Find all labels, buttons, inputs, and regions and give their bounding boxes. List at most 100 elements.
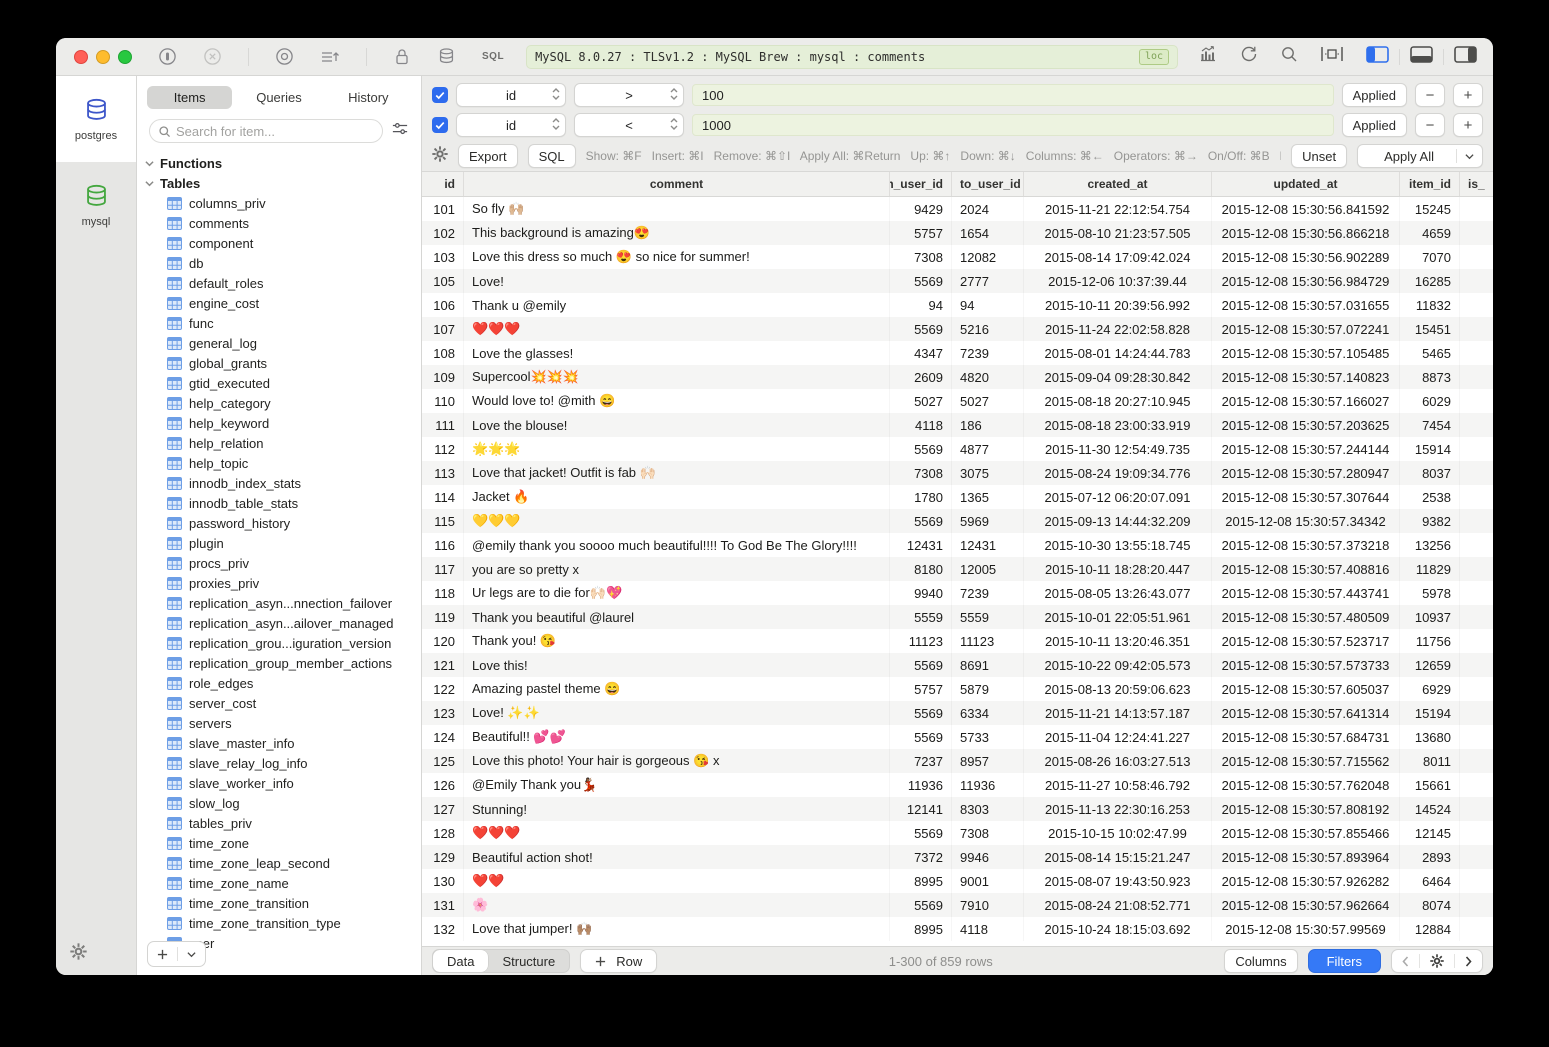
connection-mysql[interactable]: mysql (56, 162, 136, 248)
cell-from_user_id[interactable]: 8995 (890, 869, 952, 893)
add-item-chevron-icon[interactable] (178, 951, 205, 958)
cell-to_user_id[interactable]: 7239 (952, 581, 1024, 605)
cell-id[interactable]: 106 (422, 293, 464, 317)
toggle-left-panel-icon[interactable] (1366, 46, 1389, 68)
cell-is_[interactable] (1460, 557, 1493, 581)
sidebar-table-replication_group_member_actions[interactable]: replication_group_member_actions (137, 653, 421, 673)
cell-created_at[interactable]: 2015-08-26 16:03:27.513 (1024, 749, 1212, 773)
cell-to_user_id[interactable]: 186 (952, 413, 1024, 437)
cell-from_user_id[interactable]: 5757 (890, 221, 952, 245)
column-header-comment[interactable]: comment (464, 172, 890, 196)
cell-comment[interactable]: Jacket 🔥 (464, 485, 890, 509)
table-row[interactable]: 111Love the blouse!41181862015-08-18 23:… (422, 413, 1493, 437)
add-filter-button[interactable]: + (1453, 113, 1483, 137)
cell-created_at[interactable]: 2015-12-06 10:37:39.44 (1024, 269, 1212, 293)
cell-comment[interactable]: @Emily Thank you💃🏾 (464, 773, 890, 797)
cell-to_user_id[interactable]: 2024 (952, 197, 1024, 221)
sidebar-table-component[interactable]: component (137, 233, 421, 253)
commit-log-icon[interactable] (320, 48, 340, 66)
cell-from_user_id[interactable]: 5559 (890, 605, 952, 629)
cell-item_id[interactable]: 8873 (1400, 365, 1460, 389)
sidebar-table-replication_asyn-ailover_managed[interactable]: replication_asyn...ailover_managed (137, 613, 421, 633)
cell-is_[interactable] (1460, 485, 1493, 509)
sidebar-table-time_zone_transition[interactable]: time_zone_transition (137, 893, 421, 913)
cell-updated_at[interactable]: 2015-12-08 15:30:57.762048 (1212, 773, 1400, 797)
disconnect-icon[interactable] (203, 47, 222, 66)
export-button[interactable]: Export (458, 144, 518, 168)
cell-item_id[interactable]: 13256 (1400, 533, 1460, 557)
cell-id[interactable]: 120 (422, 629, 464, 653)
cell-is_[interactable] (1460, 581, 1493, 605)
column-header-to_user_id[interactable]: to_user_id (952, 172, 1024, 196)
sidebar-table-func[interactable]: func (137, 313, 421, 333)
cell-from_user_id[interactable]: 5569 (890, 317, 952, 341)
cell-comment[interactable]: you are so pretty x (464, 557, 890, 581)
cell-updated_at[interactable]: 2015-12-08 15:30:57.605037 (1212, 677, 1400, 701)
cell-created_at[interactable]: 2015-08-24 19:09:34.776 (1024, 461, 1212, 485)
cell-from_user_id[interactable]: 94 (890, 293, 952, 317)
column-header-updated_at[interactable]: updated_at (1212, 172, 1400, 196)
cell-item_id[interactable]: 4659 (1400, 221, 1460, 245)
cell-id[interactable]: 116 (422, 533, 464, 557)
cell-id[interactable]: 121 (422, 653, 464, 677)
column-header-id[interactable]: id (422, 172, 464, 196)
cell-to_user_id[interactable]: 5027 (952, 389, 1024, 413)
cell-id[interactable]: 101 (422, 197, 464, 221)
cell-comment[interactable]: Thank you! 😘 (464, 629, 890, 653)
cell-updated_at[interactable]: 2015-12-08 15:30:56.902289 (1212, 245, 1400, 269)
filter-settings-gear-icon[interactable] (432, 146, 448, 167)
cell-updated_at[interactable]: 2015-12-08 15:30:57.031655 (1212, 293, 1400, 317)
table-row[interactable]: 106Thank u @emily94942015-10-11 20:39:56… (422, 293, 1493, 317)
cell-to_user_id[interactable]: 4877 (952, 437, 1024, 461)
add-filter-button[interactable]: + (1453, 83, 1483, 107)
cell-is_[interactable] (1460, 797, 1493, 821)
cell-updated_at[interactable]: 2015-12-08 15:30:57.166027 (1212, 389, 1400, 413)
cell-item_id[interactable]: 6929 (1400, 677, 1460, 701)
cell-to_user_id[interactable]: 5216 (952, 317, 1024, 341)
sidebar-table-procs_priv[interactable]: procs_priv (137, 553, 421, 573)
sidebar-table-slave_master_info[interactable]: slave_master_info (137, 733, 421, 753)
cell-created_at[interactable]: 2015-11-27 10:58:46.792 (1024, 773, 1212, 797)
cell-is_[interactable] (1460, 701, 1493, 725)
cell-is_[interactable] (1460, 749, 1493, 773)
cell-id[interactable]: 130 (422, 869, 464, 893)
cell-id[interactable]: 127 (422, 797, 464, 821)
table-row[interactable]: 103Love this dress so much 😍 so nice for… (422, 245, 1493, 269)
cell-created_at[interactable]: 2015-08-18 23:00:33.919 (1024, 413, 1212, 437)
cell-created_at[interactable]: 2015-11-21 14:13:57.187 (1024, 701, 1212, 725)
cell-is_[interactable] (1460, 773, 1493, 797)
table-row[interactable]: 132Love that jumper! 🙌🏽899541182015-10-2… (422, 917, 1493, 941)
cell-to_user_id[interactable]: 5879 (952, 677, 1024, 701)
cell-id[interactable]: 128 (422, 821, 464, 845)
chevron-down-icon[interactable] (1457, 153, 1482, 160)
cell-updated_at[interactable]: 2015-12-08 15:30:57.244144 (1212, 437, 1400, 461)
cell-id[interactable]: 126 (422, 773, 464, 797)
cell-updated_at[interactable]: 2015-12-08 15:30:57.443741 (1212, 581, 1400, 605)
filter-enabled-checkbox[interactable] (432, 87, 448, 103)
cell-comment[interactable]: Love that jumper! 🙌🏽 (464, 917, 890, 941)
cell-item_id[interactable]: 11832 (1400, 293, 1460, 317)
cell-updated_at[interactable]: 2015-12-08 15:30:57.684731 (1212, 725, 1400, 749)
sidebar-table-help_keyword[interactable]: help_keyword (137, 413, 421, 433)
cell-is_[interactable] (1460, 461, 1493, 485)
cell-id[interactable]: 103 (422, 245, 464, 269)
cell-is_[interactable] (1460, 677, 1493, 701)
cell-comment[interactable]: Supercool💥💥💥 (464, 365, 890, 389)
cell-comment[interactable]: So fly 🙌🏼 (464, 197, 890, 221)
cell-from_user_id[interactable]: 12141 (890, 797, 952, 821)
table-row[interactable]: 113Love that jacket! Outfit is fab 🙌🏻730… (422, 461, 1493, 485)
cell-comment[interactable]: Love this dress so much 😍 so nice for su… (464, 245, 890, 269)
sidebar-table-replication_grou-iguration_version[interactable]: replication_grou...iguration_version (137, 633, 421, 653)
sidebar-table-innodb_index_stats[interactable]: innodb_index_stats (137, 473, 421, 493)
cell-comment[interactable]: Love! (464, 269, 890, 293)
cell-comment[interactable]: Love this photo! Your hair is gorgeous 😘… (464, 749, 890, 773)
cell-updated_at[interactable]: 2015-12-08 15:30:57.573733 (1212, 653, 1400, 677)
cell-updated_at[interactable]: 2015-12-08 15:30:57.373218 (1212, 533, 1400, 557)
sidebar-table-slow_log[interactable]: slow_log (137, 793, 421, 813)
cell-comment[interactable]: @emily thank you soooo much beautiful!!!… (464, 533, 890, 557)
cell-to_user_id[interactable]: 5559 (952, 605, 1024, 629)
toggle-right-panel-icon[interactable] (1454, 46, 1477, 68)
cell-to_user_id[interactable]: 12431 (952, 533, 1024, 557)
cell-id[interactable]: 111 (422, 413, 464, 437)
cell-to_user_id[interactable]: 4820 (952, 365, 1024, 389)
